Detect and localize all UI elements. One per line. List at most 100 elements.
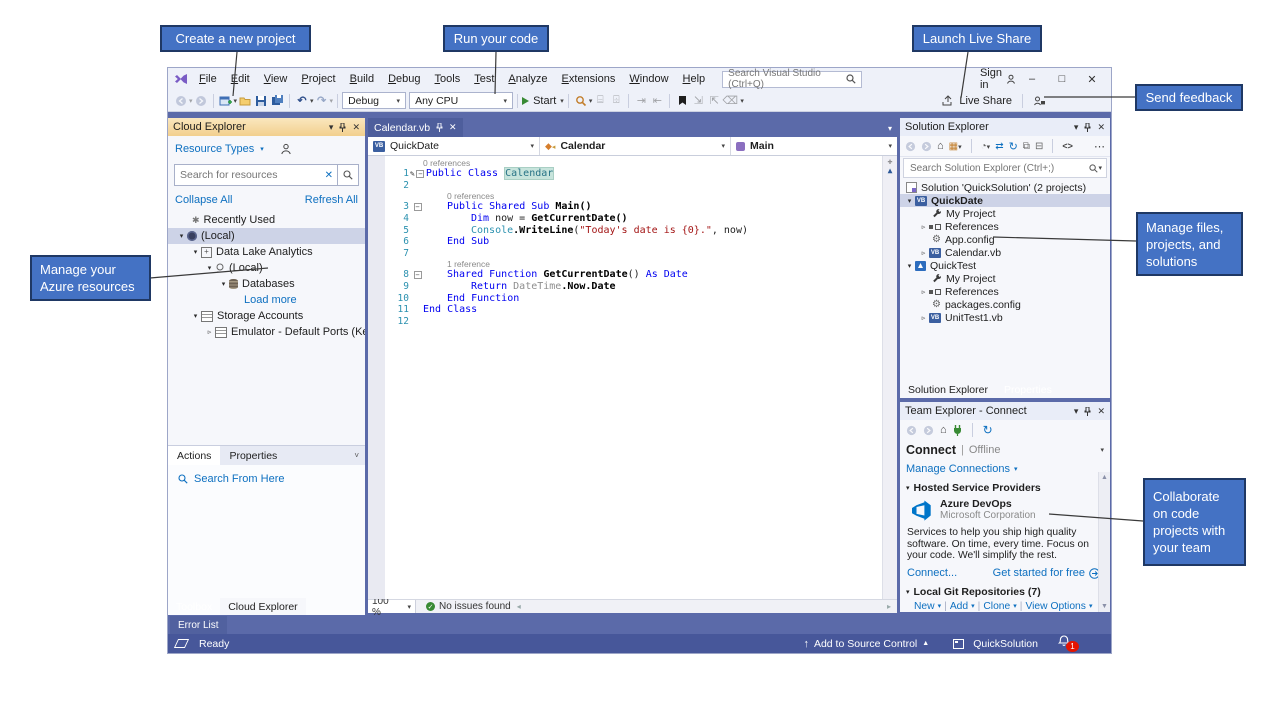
get-started-link[interactable]: Get started for free: [993, 567, 1100, 579]
tab-error-list[interactable]: Error List: [170, 616, 227, 634]
expander-icon[interactable]: ▹: [918, 223, 929, 231]
tree-item-packages-config[interactable]: ⚙ packages.config: [900, 298, 1110, 311]
redo-icon[interactable]: ↷: [314, 93, 330, 109]
fold-collapse-icon[interactable]: −: [412, 203, 423, 211]
close-icon[interactable]: ✕: [1097, 122, 1105, 133]
tree-item-local-account[interactable]: ▾ (Local): [168, 260, 365, 276]
find-in-files-icon[interactable]: [573, 93, 589, 109]
clear-search-icon[interactable]: ✕: [321, 170, 337, 181]
expander-icon[interactable]: ▾: [204, 264, 215, 272]
tree-item-my-project-2[interactable]: My Project: [900, 272, 1110, 285]
fold-collapse-icon[interactable]: −: [412, 271, 423, 279]
more-options-icon[interactable]: ⋯: [1094, 140, 1105, 153]
project-dropdown[interactable]: VB QuickDate ▾: [368, 137, 540, 155]
git-clone-link[interactable]: Clone: [983, 601, 1010, 612]
menu-file[interactable]: File: [192, 73, 224, 85]
navigate-forward-icon[interactable]: [193, 93, 209, 109]
close-icon[interactable]: ✕: [449, 122, 457, 133]
document-tab-calendar[interactable]: Calendar.vb ✕: [368, 118, 463, 137]
clear-bookmarks-icon[interactable]: ⌫: [722, 93, 738, 109]
scroll-up-icon[interactable]: ▲: [888, 166, 893, 175]
git-view-options-link[interactable]: View Options: [1025, 601, 1085, 612]
window-position-icon[interactable]: ▾: [329, 122, 334, 133]
expander-icon[interactable]: ▾: [176, 232, 187, 240]
next-bookmark-icon[interactable]: ⇲: [690, 93, 706, 109]
new-project-icon[interactable]: [218, 93, 234, 109]
back-icon[interactable]: [905, 141, 916, 152]
maximize-button[interactable]: □: [1047, 73, 1077, 85]
expander-icon[interactable]: ▾: [904, 197, 915, 205]
tree-item-data-lake[interactable]: ▾ + Data Lake Analytics: [168, 244, 365, 260]
refresh-all-link[interactable]: Refresh All: [305, 194, 358, 206]
git-new-link[interactable]: New: [914, 601, 935, 612]
window-position-icon[interactable]: ▾: [1074, 406, 1079, 417]
tree-item-app-config[interactable]: ⚙ App.config: [900, 233, 1110, 246]
resource-types-arrow-icon[interactable]: ▾: [260, 145, 264, 153]
git-add-link[interactable]: Add: [950, 601, 968, 612]
scroll-right-icon[interactable]: ▸: [887, 602, 891, 611]
undo-icon[interactable]: ↶: [294, 93, 310, 109]
solution-configurations-dropdown[interactable]: Debug▾: [342, 92, 406, 109]
solution-name-button[interactable]: QuickSolution: [973, 638, 1038, 650]
solution-search-box[interactable]: ▾: [903, 158, 1107, 178]
back-icon[interactable]: [906, 425, 917, 436]
manage-connections-arrow-icon[interactable]: ▾: [1014, 465, 1018, 473]
open-file-icon[interactable]: [237, 93, 253, 109]
collapse-all-link[interactable]: Collapse All: [175, 194, 232, 206]
tab-properties[interactable]: Properties: [996, 381, 1060, 398]
zoom-dropdown[interactable]: 100 %▾: [368, 600, 416, 613]
expander-icon[interactable]: ▹: [918, 249, 929, 257]
page-dropdown-icon[interactable]: ▾: [1100, 446, 1104, 454]
menu-extensions[interactable]: Extensions: [555, 73, 623, 85]
cloud-explorer-header[interactable]: Cloud Explorer ▾ ✕: [168, 118, 365, 136]
load-more-link[interactable]: Load more: [244, 294, 297, 306]
search-icon[interactable]: [846, 74, 856, 84]
issues-status[interactable]: No issues found: [439, 601, 511, 612]
tree-item-local[interactable]: ▾ (Local): [168, 228, 365, 244]
tree-item-quickdate[interactable]: ▾ VB QuickDate: [900, 194, 1110, 207]
live-share-button[interactable]: Live Share: [959, 95, 1012, 107]
menu-analyze[interactable]: Analyze: [501, 73, 554, 85]
menu-view[interactable]: View: [257, 73, 295, 85]
expander-icon[interactable]: ▾: [190, 312, 201, 320]
expander-icon[interactable]: ▾: [218, 280, 229, 288]
connect-plug-icon[interactable]: [953, 425, 962, 436]
uncomment-icon[interactable]: ⌹: [608, 93, 624, 109]
pin-icon[interactable]: [436, 123, 443, 132]
resource-search-input[interactable]: [175, 169, 321, 181]
class-dropdown[interactable]: ◆◂ Calendar ▾: [540, 137, 731, 155]
tree-item-unittest1-vb[interactable]: ▹ VB UnitTest1.vb: [900, 311, 1110, 324]
expander-icon[interactable]: ▾: [904, 262, 915, 270]
tab-cloud-explorer[interactable]: Cloud Explorer: [220, 598, 305, 615]
git-repos-header[interactable]: ▾ Local Git Repositories (7): [900, 585, 1110, 599]
tab-actions[interactable]: Actions: [168, 446, 220, 465]
sign-in-button[interactable]: Sign in: [980, 67, 1017, 91]
redo-dropdown-icon[interactable]: ▾: [330, 97, 334, 105]
section-expander-icon[interactable]: ▾: [906, 588, 910, 596]
tree-item-emulator[interactable]: ▹ Emulator - Default Ports (Key): [168, 324, 365, 340]
codelens-references[interactable]: 1 reference: [423, 259, 490, 269]
menu-test[interactable]: Test: [467, 73, 501, 85]
tree-item-load-more[interactable]: Load more: [168, 292, 365, 308]
navigate-back-icon[interactable]: [173, 93, 189, 109]
tree-item-quicktest[interactable]: ▾ QuickTest: [900, 259, 1110, 272]
tab-toolbox[interactable]: Toolbox: [168, 598, 220, 615]
start-debugging-button[interactable]: Start ▾: [522, 95, 564, 107]
refresh-icon[interactable]: ↻: [1009, 140, 1018, 153]
document-list-icon[interactable]: ▾: [888, 124, 897, 137]
add-to-source-control-button[interactable]: Add to Source Control: [814, 638, 917, 650]
menu-tools[interactable]: Tools: [428, 73, 468, 85]
forward-icon[interactable]: [923, 425, 934, 436]
close-icon[interactable]: ✕: [1097, 406, 1105, 417]
menu-build[interactable]: Build: [343, 73, 381, 85]
save-icon[interactable]: [253, 93, 269, 109]
solution-platforms-dropdown[interactable]: Any CPU▾: [409, 92, 513, 109]
splitter-icon[interactable]: ✛: [888, 156, 893, 166]
hosted-providers-header[interactable]: ▾ Hosted Service Providers: [900, 480, 1110, 496]
expander-icon[interactable]: ▾: [190, 248, 201, 256]
expander-icon[interactable]: ▹: [918, 314, 929, 322]
search-icon[interactable]: [337, 165, 358, 185]
forward-icon[interactable]: [921, 141, 932, 152]
close-button[interactable]: ✕: [1077, 73, 1107, 86]
collapse-all-icon[interactable]: ⊟: [1035, 141, 1043, 152]
